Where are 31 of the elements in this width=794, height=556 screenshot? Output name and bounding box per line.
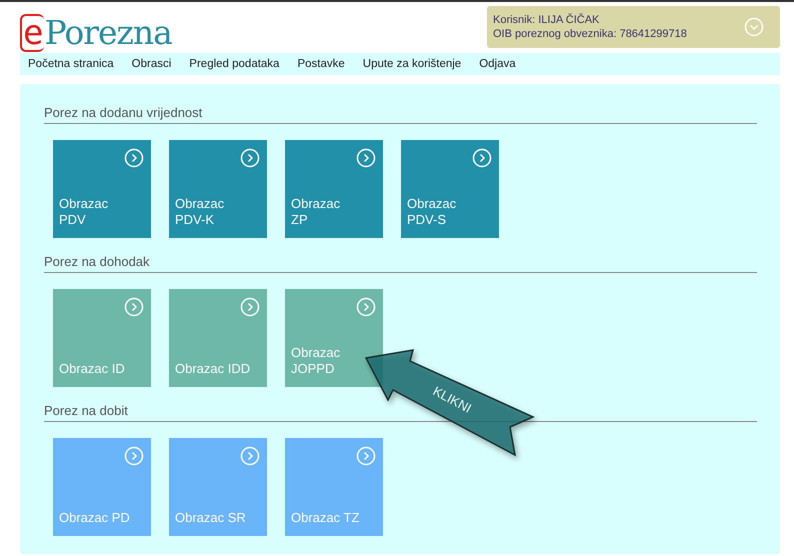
form-tile[interactable]: Obrazac IDD — [169, 289, 267, 387]
nav-link[interactable]: Upute za korištenje — [362, 58, 462, 70]
user-name: Korisnik: ILIJA ČIČAK — [493, 13, 600, 27]
form-tile[interactable]: Obrazac PD — [53, 438, 151, 536]
section-title: Porez na dohodak — [44, 255, 757, 273]
nav-link[interactable]: Postavke — [297, 58, 345, 70]
chevron-right-icon — [124, 297, 144, 317]
chevron-right-icon — [356, 297, 376, 317]
form-tile[interactable]: Obrazac PDV — [53, 140, 151, 238]
form-tile[interactable]: Obrazac TZ — [285, 438, 383, 536]
user-oib: OIB poreznog obveznika: 78641299718 — [493, 27, 687, 41]
form-tile[interactable]: Obrazac SR — [169, 438, 267, 536]
form-tile[interactable]: Obrazac JOPPD — [285, 289, 383, 387]
form-tile[interactable]: Obrazac ZP — [285, 140, 383, 238]
section-title: Porez na dodanu vrijednost — [44, 106, 757, 124]
chevron-right-icon — [356, 148, 376, 168]
form-tile[interactable]: Obrazac ID — [53, 289, 151, 387]
chevron-down-icon[interactable] — [744, 17, 764, 37]
chevron-right-icon — [240, 446, 260, 466]
chevron-right-icon — [240, 297, 260, 317]
nav-link[interactable]: Početna stranica — [28, 58, 114, 70]
form-tile[interactable]: Obrazac PDV-K — [169, 140, 267, 238]
chevron-right-icon — [472, 148, 492, 168]
chevron-right-icon — [124, 148, 144, 168]
chevron-right-icon — [240, 148, 260, 168]
nav-link[interactable]: Odjava — [479, 58, 516, 70]
nav-link[interactable]: Pregled podataka — [189, 58, 280, 70]
nav-link[interactable]: Obrasci — [132, 58, 172, 70]
chevron-right-icon — [124, 446, 144, 466]
form-tile[interactable]: Obrazac PDV-S — [401, 140, 499, 238]
chevron-right-icon — [356, 446, 376, 466]
